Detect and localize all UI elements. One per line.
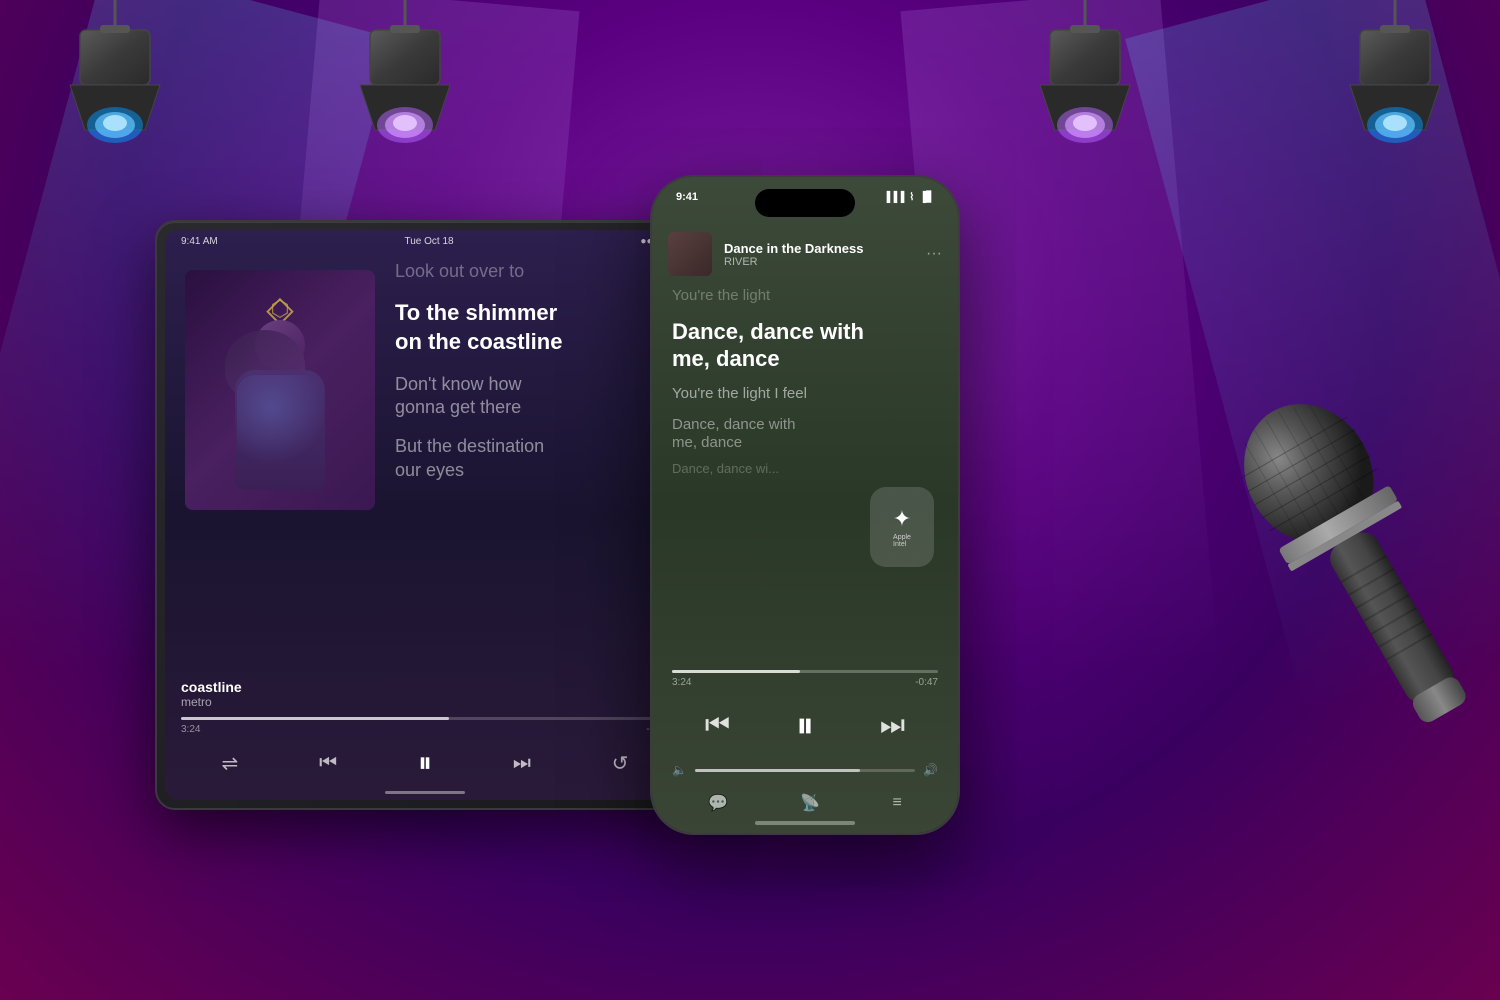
- spotlight-fixture-1: [50, 0, 180, 175]
- battery-icon: ▐▋: [919, 192, 934, 203]
- ipad-controls: ⇌ ⏮ ⏸ ⏭ ↺: [181, 747, 669, 780]
- ipad-song-artist: metro: [181, 695, 242, 709]
- ipad-lyric-4: But the destinationour eyes: [395, 435, 675, 482]
- queue-button[interactable]: ≡: [893, 794, 902, 812]
- dynamic-island: [755, 189, 855, 217]
- ipad-lyric-1: Look out over to: [395, 260, 675, 283]
- spotlight-fixture-2: [340, 0, 470, 175]
- ipad-progress-bar[interactable]: [181, 717, 669, 720]
- status-icons: ▐▐▐ ⌇ ▐▋: [883, 191, 934, 203]
- ipad-home-indicator: [385, 791, 465, 794]
- iphone-more-button[interactable]: ···: [926, 245, 942, 263]
- iphone-lyric-4: Dance, dance withme, dance: [672, 416, 938, 454]
- ai-label: AppleIntel: [893, 534, 911, 548]
- ipad-status-bar: 9:41 AM Tue Oct 18 ●●● ▶: [165, 230, 685, 253]
- volume-low-icon: 🔈: [672, 763, 687, 777]
- iphone-song-artist: RIVER: [724, 256, 914, 268]
- airplay-button[interactable]: 📡: [800, 793, 820, 813]
- ipad-lyric-active: To the shimmeron the coastline: [395, 299, 675, 356]
- iphone-frame: 9:41 ▐▐▐ ⌇ ▐▋ Dance in the Darkness RIVE…: [650, 175, 960, 835]
- iphone-screen: 9:41 ▐▐▐ ⌇ ▐▋ Dance in the Darkness RIVE…: [652, 177, 958, 833]
- iphone-volume-row: 🔈 🔊: [672, 763, 938, 777]
- microphone: [1199, 364, 1500, 760]
- iphone-progress-fill: [672, 670, 800, 673]
- iphone-controls: ⏮ ⏸ ⏭: [672, 704, 938, 747]
- iphone-song-info: Dance in the Darkness RIVER: [724, 241, 914, 268]
- iphone-time: 9:41: [676, 191, 698, 203]
- album-symbol-inner: ⬡: [270, 296, 289, 322]
- ai-sparkle-icon: ✦: [893, 506, 911, 532]
- ipad-album-art: ◇ ⬡: [185, 270, 375, 510]
- spotlight-fixture-4: [1330, 0, 1460, 175]
- iphone-now-playing-header: Dance in the Darkness RIVER ···: [668, 232, 942, 276]
- spotlight-fixture-3: [1020, 0, 1150, 175]
- iphone-lyric-5: Dance, dance wi...: [672, 461, 938, 477]
- volume-fill: [695, 769, 860, 772]
- ipad-song-title: coastline: [181, 679, 242, 695]
- iphone-next-button[interactable]: ⏭: [880, 709, 905, 742]
- iphone-song-title: Dance in the Darkness: [724, 241, 914, 256]
- ipad-date: Tue Oct 18: [405, 236, 454, 247]
- previous-button[interactable]: ⏮: [319, 752, 337, 775]
- next-button[interactable]: ⏭: [513, 752, 531, 775]
- iphone-progress-bar[interactable]: [672, 670, 938, 673]
- wifi-icon: ⌇: [909, 192, 914, 203]
- ipad-container: 9:41 AM Tue Oct 18 ●●● ▶ ◇ ⬡: [155, 220, 695, 810]
- iphone-time-total: -0:47: [915, 677, 938, 688]
- shuffle-button[interactable]: ⇌: [221, 751, 238, 776]
- iphone-container: 9:41 ▐▐▐ ⌇ ▐▋ Dance in the Darkness RIVE…: [650, 175, 960, 835]
- volume-slider[interactable]: [695, 769, 915, 772]
- ipad-time-current: 3:24: [181, 724, 200, 735]
- repeat-button[interactable]: ↺: [612, 751, 629, 776]
- iphone-lyric-1: You're the light: [672, 287, 938, 306]
- iphone-play-pause-button[interactable]: ⏸: [796, 704, 814, 747]
- ipad-progress-fill: [181, 717, 449, 720]
- person-silhouette: [215, 320, 345, 510]
- iphone-time-current: 3:24: [672, 677, 691, 688]
- ipad-time: 9:41 AM: [181, 236, 218, 247]
- signal-icon: ▐▐▐: [883, 192, 904, 203]
- iphone-bottom-controls: 💬 📡 ≡: [672, 793, 938, 813]
- ipad-lyric-3: Don't know howgonna get there: [395, 373, 675, 420]
- ipad-lyrics: Look out over to To the shimmeron the co…: [395, 260, 675, 640]
- iphone-lyric-active: Dance, dance withme, dance: [672, 318, 938, 373]
- ipad-screen: 9:41 AM Tue Oct 18 ●●● ▶ ◇ ⬡: [165, 230, 685, 800]
- iphone-lyric-3: You're the light I feel: [672, 385, 938, 404]
- ai-suggestion-bubble[interactable]: ✦ AppleIntel: [870, 487, 934, 567]
- iphone-home-indicator: [755, 821, 855, 825]
- ipad-frame: 9:41 AM Tue Oct 18 ●●● ▶ ◇ ⬡: [155, 220, 695, 810]
- iphone-album-art: [668, 232, 712, 276]
- ipad-player: coastline metro ··· 3:24 -1:34 ⇌ ⏮ ⏸ ⏭: [181, 679, 669, 780]
- play-pause-button[interactable]: ⏸: [418, 747, 432, 780]
- lyrics-button[interactable]: 💬: [708, 793, 728, 813]
- iphone-player-section: 3:24 -0:47 ⏮ ⏸ ⏭ 🔈 🔊 💬 📡: [672, 670, 938, 813]
- iphone-previous-button[interactable]: ⏮: [705, 709, 730, 742]
- volume-high-icon: 🔊: [923, 763, 938, 777]
